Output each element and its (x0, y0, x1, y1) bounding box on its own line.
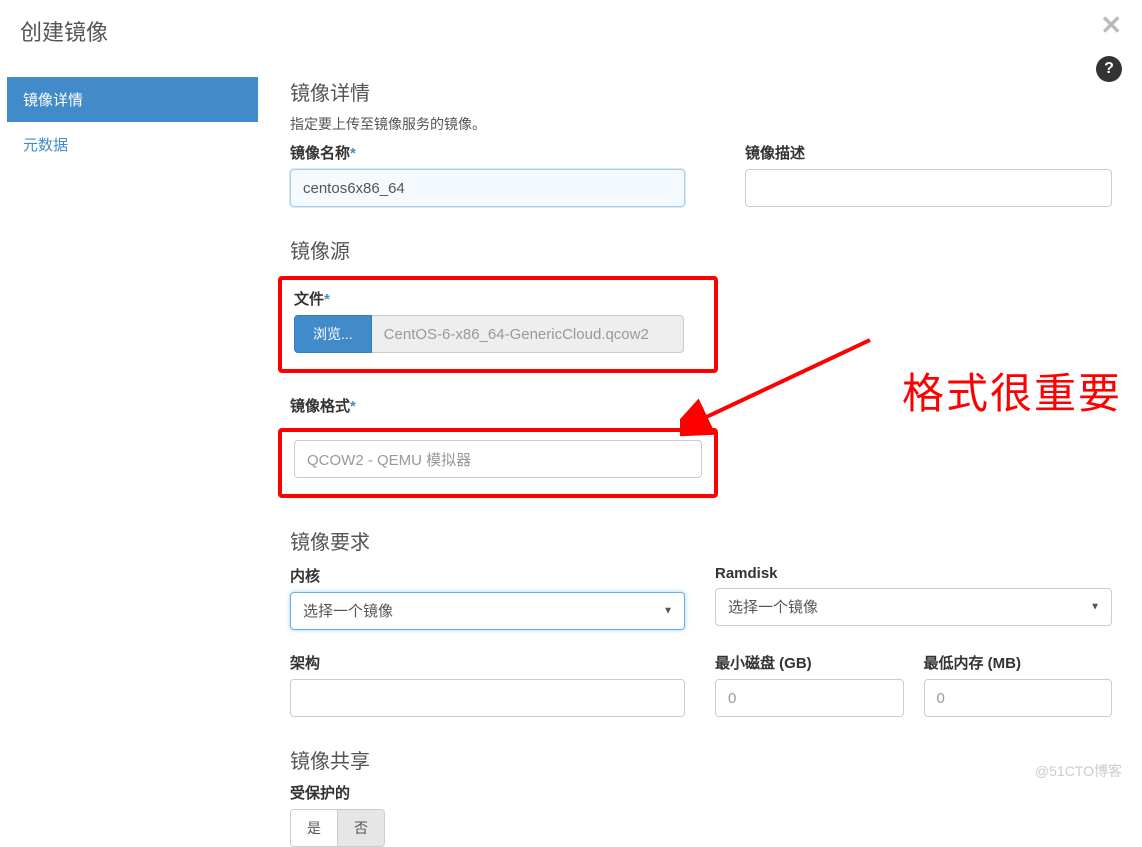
form-content: 镜像详情 指定要上传至镜像服务的镜像。 镜像名称* 镜像描述 镜像源 文件* 浏… (258, 77, 1142, 847)
name-label: 镜像名称* (290, 142, 356, 163)
protected-toggle: 是 否 (290, 809, 385, 847)
ramdisk-label: Ramdisk (715, 565, 778, 582)
kernel-label: 内核 (290, 565, 320, 586)
sidebar: 镜像详情 元数据 (0, 77, 258, 847)
details-heading: 镜像详情 (290, 77, 1112, 106)
arch-label: 架构 (290, 652, 320, 673)
ramdisk-select[interactable]: 选择一个镜像 (715, 588, 1112, 626)
protected-yes-button[interactable]: 是 (291, 810, 337, 846)
details-subheading: 指定要上传至镜像服务的镜像。 (290, 114, 1112, 134)
arch-input[interactable] (290, 679, 685, 717)
format-select[interactable] (294, 440, 702, 478)
min-disk-input[interactable] (715, 679, 904, 717)
format-highlight-box (278, 428, 718, 498)
sidebar-item-metadata[interactable]: 元数据 (7, 122, 258, 167)
create-image-modal: 创建镜像 ✕ ? 镜像详情 元数据 镜像详情 指定要上传至镜像服务的镜像。 镜像… (0, 0, 1142, 847)
required-icon: * (350, 398, 356, 415)
help-icon[interactable]: ? (1096, 56, 1122, 82)
sidebar-item-details[interactable]: 镜像详情 (7, 77, 258, 122)
format-label: 镜像格式* (290, 395, 356, 416)
browse-button[interactable]: 浏览... (294, 315, 372, 353)
desc-label: 镜像描述 (745, 142, 805, 163)
modal-body: 镜像详情 元数据 镜像详情 指定要上传至镜像服务的镜像。 镜像名称* 镜像描述 … (0, 77, 1142, 847)
desc-input[interactable] (745, 169, 1112, 207)
min-ram-input[interactable] (924, 679, 1113, 717)
sharing-heading: 镜像共享 (290, 745, 1112, 774)
kernel-select[interactable]: 选择一个镜像 (290, 592, 685, 630)
close-icon[interactable]: ✕ (1100, 10, 1122, 41)
protected-no-button[interactable]: 否 (337, 810, 384, 846)
watermark: @51CTO博客 (1035, 761, 1122, 781)
name-input[interactable] (290, 169, 685, 207)
file-label: 文件* (294, 288, 330, 309)
min-disk-label: 最小磁盘 (GB) (715, 652, 812, 673)
file-name-display: CentOS-6-x86_64-GenericCloud.qcow2 (372, 315, 684, 353)
required-icon: * (324, 291, 330, 308)
file-highlight-box: 文件* 浏览... CentOS-6-x86_64-GenericCloud.q… (278, 276, 718, 373)
modal-header: 创建镜像 ✕ ? (0, 0, 1142, 77)
min-ram-label: 最低内存 (MB) (924, 652, 1022, 673)
required-icon: * (350, 145, 356, 162)
protected-label: 受保护的 (290, 782, 350, 803)
source-heading: 镜像源 (290, 235, 1112, 264)
file-input-group: 浏览... CentOS-6-x86_64-GenericCloud.qcow2 (294, 315, 684, 353)
requirements-heading: 镜像要求 (290, 526, 1112, 555)
modal-title: 创建镜像 (20, 20, 108, 45)
